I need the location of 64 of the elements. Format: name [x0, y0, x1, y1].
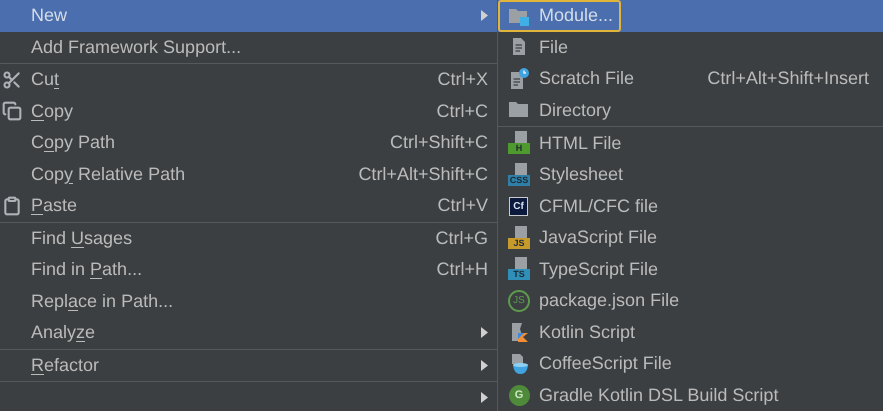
shortcut-text: Ctrl+V [437, 194, 488, 218]
shortcut-text: Ctrl+X [437, 68, 488, 92]
menu-item[interactable]: Find in Path... Ctrl+H [0, 254, 497, 286]
menu-item[interactable]: Replace in Path... [0, 286, 497, 317]
submenu-item[interactable]: CoffeeScript File [498, 348, 883, 380]
gradle-icon: G [508, 384, 530, 406]
submenu-item[interactable]: JS package.json File [498, 285, 883, 316]
file-clock-icon [508, 68, 530, 90]
submenu-item[interactable]: Kotlin Script [498, 316, 883, 348]
submenu-item-label: Stylesheet [539, 163, 624, 186]
menu-item-label: Refactor [31, 354, 100, 377]
shortcut-text: Ctrl+Alt+Shift+Insert [707, 67, 869, 90]
submenu-item-label: Module... [539, 4, 614, 28]
shortcut-text: Ctrl+H [436, 258, 488, 282]
scissors-icon [2, 70, 22, 90]
copy-icon [2, 101, 22, 122]
submenu-item-label: CFML/CFC file [539, 194, 658, 218]
submenu-item[interactable]: JS JavaScript File [498, 222, 883, 254]
menu-item-label: Copy Path [31, 131, 116, 154]
menu-item-label: Paste [31, 194, 78, 218]
menu-item[interactable]: Copy Path Ctrl+Shift+C [0, 127, 497, 158]
shortcut-text: Ctrl+Alt+Shift+C [358, 162, 488, 186]
submenu-item-label: Kotlin Script [539, 320, 636, 344]
submenu-item-label: Scratch File [539, 67, 634, 90]
submenu-item[interactable]: H HTML File [498, 128, 883, 159]
submenu-item[interactable]: CSS Stylesheet [498, 159, 883, 190]
clipboard-icon [2, 196, 22, 216]
shortcut-text: Ctrl+C [436, 100, 488, 123]
menu-item-label: Find Usages [31, 226, 132, 250]
menu-item[interactable]: Cut Ctrl+X [0, 64, 497, 96]
menu-item-label: Copy [31, 100, 74, 123]
menu-item[interactable]: Copy Relative Path Ctrl+Alt+Shift+C [0, 158, 497, 190]
menu-item[interactable]: New [0, 0, 497, 32]
submenu-item[interactable]: G Gradle Kotlin DSL Build Script [498, 380, 883, 411]
shortcut-text: Ctrl+Shift+C [390, 131, 488, 154]
menu-item-label: Add Framework Support... [31, 36, 242, 59]
menu-item[interactable]: Refactor [0, 350, 497, 381]
menu-item[interactable]: Find Usages Ctrl+G [0, 222, 497, 254]
submenu-item-label: CoffeeScript File [539, 352, 672, 376]
menu-item[interactable]: Copy Ctrl+C [0, 96, 497, 127]
menu-item-label: Copy Relative Path [31, 162, 186, 186]
menu-item-label: New [31, 4, 68, 28]
menu-item[interactable]: Paste Ctrl+V [0, 190, 497, 222]
submenu-item[interactable]: Module... [498, 0, 883, 32]
submenu-item[interactable]: Cf CFML/CFC file [498, 190, 883, 222]
menu-item-label: Analyze [31, 321, 96, 344]
submenu-item[interactable]: TS TypeScript File [498, 254, 883, 285]
submenu-item-label: Gradle Kotlin DSL Build Script [539, 384, 778, 407]
submenu-item-label: package.json File [539, 289, 680, 312]
menu-item-label: Find in Path... [31, 258, 142, 282]
submenu-item[interactable]: Scratch File Ctrl+Alt+Shift+Insert [498, 63, 883, 94]
submenu-item-label: JavaScript File [539, 226, 658, 250]
submenu-item[interactable]: File [498, 32, 883, 63]
menu-item[interactable]: Add Framework Support... [0, 32, 497, 63]
menu-item-label: Replace in Path... [31, 290, 174, 313]
menu-item-label: Cut [31, 68, 60, 92]
submenu-item-label: Directory [539, 98, 612, 122]
menu-item[interactable]: Analyze [0, 317, 497, 348]
submenu-item-label: File [539, 36, 568, 59]
submenu-item-label: HTML File [539, 132, 622, 155]
submenu-item[interactable]: Directory [498, 94, 883, 126]
shortcut-text: Ctrl+G [435, 226, 488, 250]
file-type-icon: Cf [509, 196, 528, 216]
submenu-item-label: TypeScript File [539, 258, 658, 281]
